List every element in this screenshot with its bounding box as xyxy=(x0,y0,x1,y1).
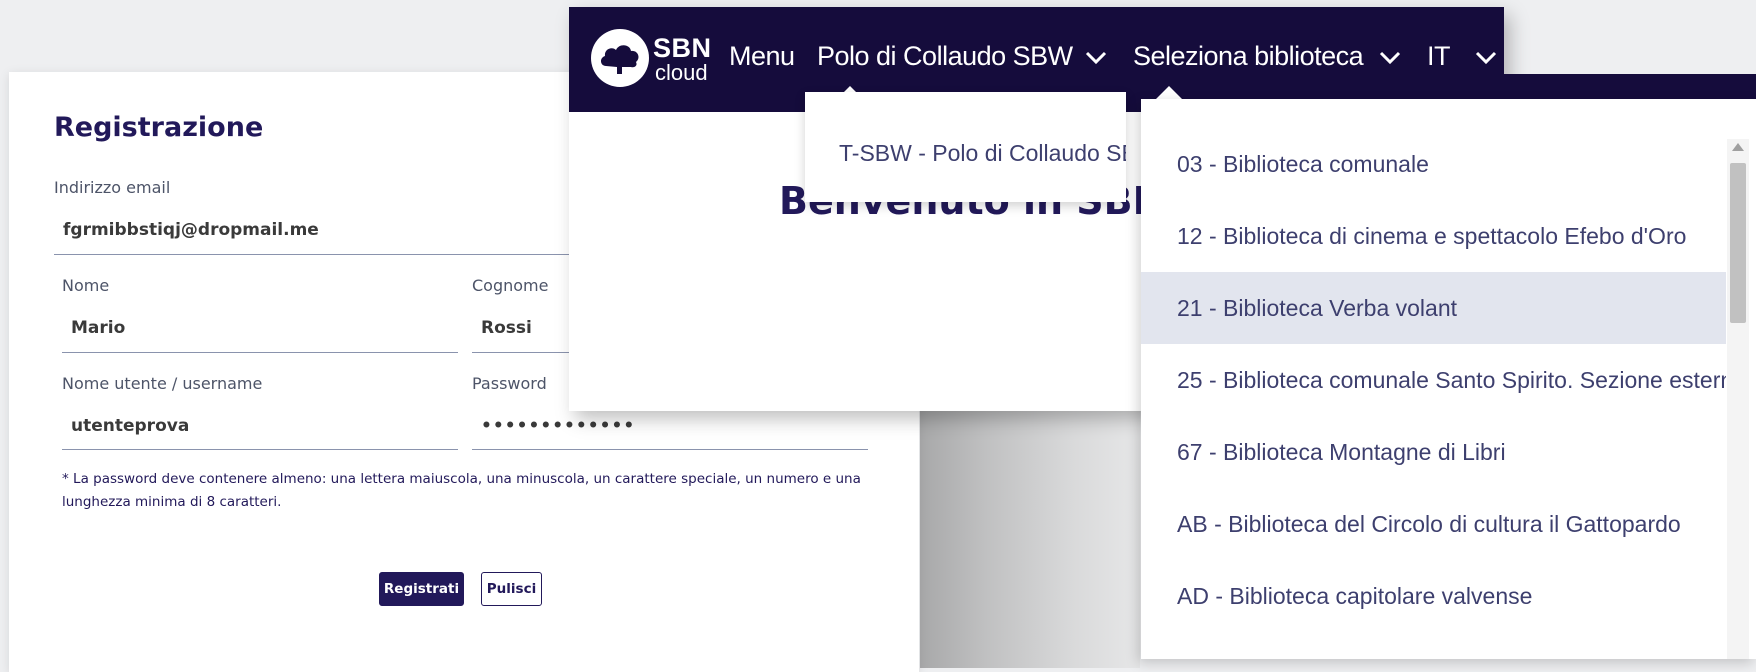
window-shadow xyxy=(920,408,1140,668)
library-option[interactable]: 12 - Biblioteca di cinema e spettacolo E… xyxy=(1141,200,1726,272)
last-name-field[interactable]: Rossi xyxy=(481,318,532,338)
last-name-label: Cognome xyxy=(472,276,549,295)
password-underline xyxy=(472,449,868,450)
library-option[interactable]: AB - Biblioteca del Circolo di cultura i… xyxy=(1141,488,1726,560)
registration-title: Registrazione xyxy=(54,112,264,143)
register-button[interactable]: Registrati xyxy=(379,572,464,606)
username-label: Nome utente / username xyxy=(62,374,263,393)
first-name-field[interactable]: Mario xyxy=(71,318,125,338)
cloud-logo-icon xyxy=(591,29,649,87)
library-option[interactable]: 25 - Biblioteca comunale Santo Spirito. … xyxy=(1141,344,1726,416)
library-option[interactable]: AD - Biblioteca capitolare valvense xyxy=(1141,560,1726,632)
clear-button[interactable]: Pulisci xyxy=(481,572,542,606)
chevron-down-icon[interactable] xyxy=(1475,51,1497,70)
email-label: Indirizzo email xyxy=(54,178,171,197)
nav-library-selector[interactable]: Seleziona biblioteca xyxy=(1133,41,1364,72)
scrollbar-thumb[interactable] xyxy=(1730,163,1746,323)
nav-polo-selector[interactable]: Polo di Collaudo SBW xyxy=(817,41,1073,72)
chevron-down-icon[interactable] xyxy=(1085,51,1107,70)
username-field[interactable]: utenteprova xyxy=(71,416,189,436)
chevron-down-icon[interactable] xyxy=(1379,51,1401,70)
password-field[interactable]: ••••••••••••• xyxy=(481,416,635,436)
logo-cloud-text: cloud xyxy=(655,60,708,85)
library-option[interactable]: 21 - Biblioteca Verba volant xyxy=(1141,272,1726,344)
polo-dropdown: T-SBW - Polo di Collaudo SBW xyxy=(805,92,1126,202)
library-dropdown: 03 - Biblioteca comunale 12 - Biblioteca… xyxy=(1141,99,1756,659)
nav-language-selector[interactable]: IT xyxy=(1427,41,1451,72)
password-label: Password xyxy=(472,374,547,393)
email-field[interactable]: fgrmibbstiqj@dropmail.me xyxy=(63,220,319,240)
library-dropdown-caret xyxy=(1155,86,1183,100)
library-option[interactable]: 67 - Biblioteca Montagne di Libri xyxy=(1141,416,1726,488)
first-name-underline xyxy=(62,352,458,353)
scroll-up-arrow-icon[interactable] xyxy=(1732,143,1744,151)
first-name-label: Nome xyxy=(62,276,110,295)
polo-option[interactable]: T-SBW - Polo di Collaudo SBW xyxy=(839,140,1126,167)
password-requirements-note: * La password deve contenere almeno: una… xyxy=(62,471,861,510)
navbar-strip xyxy=(1374,74,1756,102)
username-underline xyxy=(62,449,458,450)
library-option[interactable]: 03 - Biblioteca comunale xyxy=(1141,128,1726,200)
dropdown-scrollbar[interactable] xyxy=(1727,139,1749,659)
library-list: 03 - Biblioteca comunale 12 - Biblioteca… xyxy=(1141,128,1726,632)
nav-menu[interactable]: Menu xyxy=(729,41,795,72)
